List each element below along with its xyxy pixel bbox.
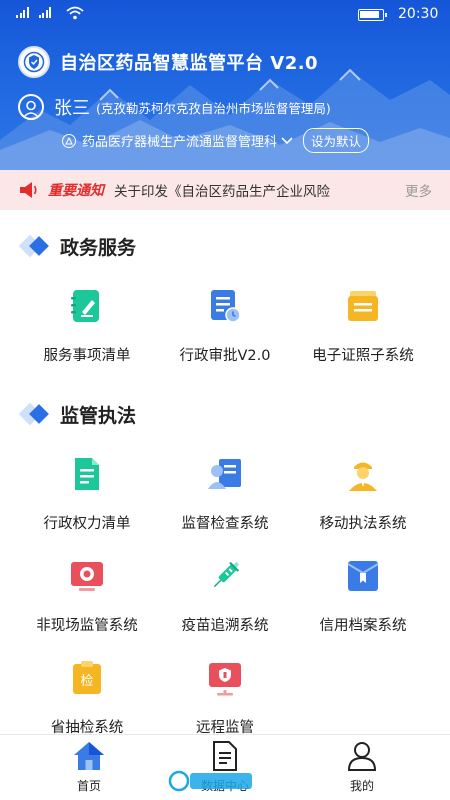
- notice-bar[interactable]: 重要通知 关于印发《自治区药品生产企业风险 更多: [0, 170, 450, 210]
- emblem-icon: [18, 46, 50, 78]
- diamond-icon: [18, 234, 52, 260]
- document-icon: [213, 741, 237, 771]
- menu-item-power-list[interactable]: 行政权力清单: [12, 454, 162, 554]
- menu-item-remote-monitoring[interactable]: 非现场监管系统: [12, 556, 162, 656]
- nav-mine[interactable]: 我的: [307, 741, 417, 794]
- credit-archive-icon: [343, 556, 383, 596]
- sampling-inspection-icon: 检: [67, 658, 107, 698]
- menu-item-admin-approval[interactable]: 行政审批V2.0: [150, 286, 300, 386]
- approval-document-icon: [205, 286, 245, 326]
- department-row: 药品医疗器械生产流通监督管理科 设为默认: [62, 128, 370, 153]
- menu-item-label: 信用档案系统: [319, 618, 407, 634]
- megaphone-icon: [20, 182, 37, 198]
- section-label: 监管执法: [60, 405, 137, 427]
- watermark-logo: [168, 770, 252, 792]
- department-icon: [62, 133, 76, 148]
- menu-item-inspection[interactable]: 监督检查系统: [150, 454, 300, 554]
- syringe-icon: [205, 556, 245, 596]
- menu-item-label: 非现场监管系统: [36, 618, 138, 634]
- menu-item-label: 移动执法系统: [319, 516, 407, 532]
- license-folder-icon: [343, 286, 383, 326]
- chevron-down-icon[interactable]: [281, 136, 293, 145]
- notice-more-link[interactable]: 更多: [405, 180, 432, 200]
- menu-item-mobile-enforcement[interactable]: 移动执法系统: [288, 454, 438, 554]
- nav-mine-label: 我的: [349, 779, 374, 793]
- menu-item-label: 行政审批V2.0: [179, 348, 271, 364]
- notice-text[interactable]: 关于印发《自治区药品生产企业风险: [114, 180, 376, 200]
- set-default-button[interactable]: 设为默认: [303, 128, 370, 153]
- user-info[interactable]: 张三 (克孜勒苏柯尔克孜自治州市场监督管理局): [18, 94, 331, 120]
- notice-tag: 重要通知: [48, 183, 104, 199]
- section-title-gov-services: 政务服务: [18, 233, 137, 260]
- wifi-icon: [66, 6, 84, 20]
- battery-icon: [358, 9, 387, 21]
- menu-item-label: 疫苗追溯系统: [181, 618, 269, 634]
- power-list-icon: [67, 454, 107, 494]
- checklist-icon: [67, 286, 107, 326]
- status-time: 20:30: [398, 6, 439, 22]
- app-title-row: 自治区药品智慧监管平台 V2.0: [18, 46, 318, 78]
- menu-item-vaccine-trace[interactable]: 疫苗追溯系统: [150, 556, 300, 656]
- menu-item-service-checklist[interactable]: 服务事项清单: [12, 286, 162, 386]
- nav-home-label: 首页: [76, 779, 101, 793]
- officer-icon: [343, 454, 383, 494]
- home-icon: [74, 742, 104, 770]
- remote-supervision-icon: [205, 658, 245, 698]
- section-label: 政务服务: [60, 237, 137, 259]
- app-title: 自治区药品智慧监管平台 V2.0: [60, 53, 319, 74]
- menu-item-e-license[interactable]: 电子证照子系统: [288, 286, 438, 386]
- avatar-icon: [18, 94, 44, 120]
- diamond-icon: [18, 402, 52, 428]
- user-icon: [347, 742, 377, 771]
- header-banner: 20:30 自治区药品智慧监管平台 V2.0 张三 (克孜勒苏柯尔克孜自治州市场…: [0, 0, 450, 170]
- menu-item-label: 监督检查系统: [181, 516, 269, 532]
- menu-item-label: 电子证照子系统: [312, 348, 414, 364]
- menu-item-label: 行政权力清单: [43, 516, 131, 532]
- signal-icon: [16, 7, 51, 18]
- menu-item-credit-archive[interactable]: 信用档案系统: [288, 556, 438, 656]
- remote-monitor-icon: [67, 556, 107, 596]
- svg-text:检: 检: [80, 674, 93, 689]
- nav-home[interactable]: 首页: [34, 741, 144, 794]
- department-selector[interactable]: 药品医疗器械生产流通监督管理科: [82, 131, 277, 150]
- inspector-icon: [205, 454, 245, 494]
- user-organization: (克孜勒苏柯尔克孜自治州市场监督管理局): [96, 100, 331, 116]
- status-bar: 20:30: [0, 0, 450, 30]
- user-name: 张三: [54, 98, 90, 119]
- menu-item-label: 服务事项清单: [43, 348, 131, 364]
- section-title-supervision: 监管执法: [18, 401, 137, 428]
